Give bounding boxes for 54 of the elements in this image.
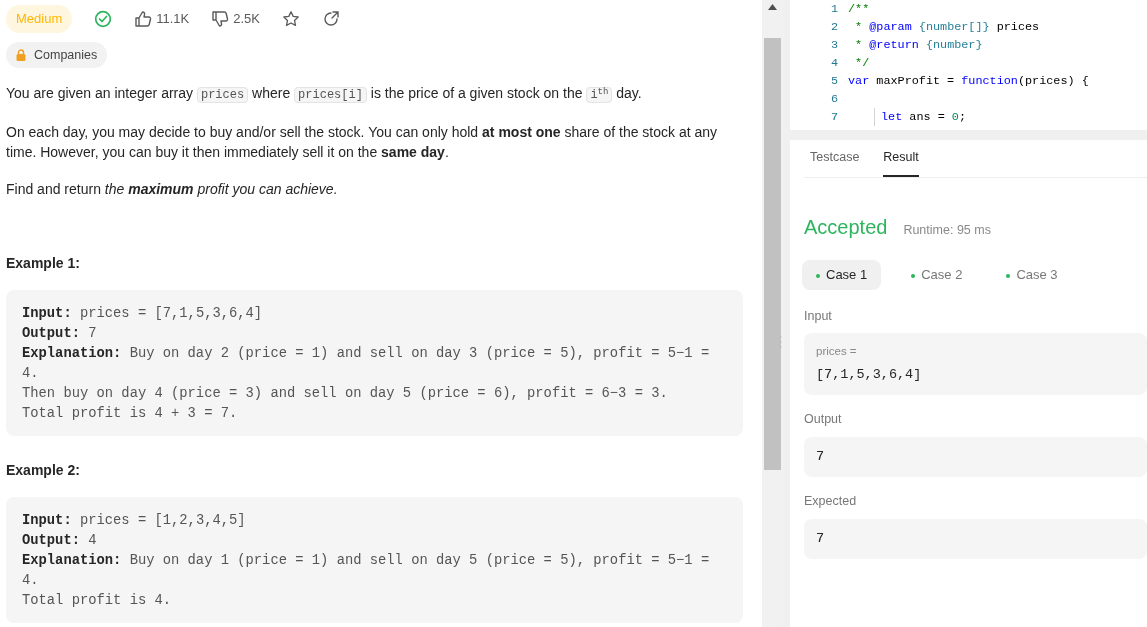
code-line: let ans = 0; (874, 108, 966, 126)
example-text: Explanation: Buy on day 1 (price = 1) and sell on day 5 (price = 5), profit = 5−1 = (22, 552, 711, 571)
paragraph: Find and return the maximum profit you can achieve. (6, 180, 339, 200)
example-text: Input: prices = [7,1,5,3,6,4] (22, 305, 264, 324)
code-line: var maxProfit = function(prices) { (848, 73, 1089, 90)
example-text: Output: 4 (22, 532, 98, 551)
line-number: 4 (829, 55, 838, 72)
example-text: 4. (22, 572, 40, 591)
example-text: Output: 7 (22, 325, 98, 344)
parameter-name: prices = (816, 344, 858, 360)
value-text: 7 (816, 447, 826, 466)
lock-icon (16, 48, 26, 61)
like-count: 11.1K (156, 10, 190, 28)
panel-tab[interactable]: Result (883, 140, 919, 177)
case-tab[interactable]: Case 3 (992, 260, 1072, 290)
paragraph: On each day, you may decide to buy and/or sell the stock. You can only hold at most one share of the stock at any time. However, you can buy it then immediately sell it on the same day. (6, 123, 719, 163)
case-tab[interactable]: Case 2 (897, 260, 977, 290)
example-text: Total profit is 4 + 3 = 7. (22, 405, 239, 424)
difficulty-badge: Medium (6, 5, 73, 33)
example-text: Then buy on day 4 (price = 3) and sell on day 5 (price = 6), profit = 6−3 = 3. (22, 385, 669, 404)
example-text: Total profit is 4. (22, 592, 173, 611)
line-number: 6 (829, 91, 838, 108)
code-line: */ (854, 55, 870, 72)
result-status: Accepted (804, 215, 888, 240)
thumbs-up-icon[interactable] (134, 9, 153, 28)
code-line: * @return {number} (854, 37, 983, 54)
companies-button[interactable]: Companies (6, 41, 108, 69)
section-label: Input (804, 307, 833, 325)
paragraph: You are given an integer array prices where prices[i] is the price of a given stock on the i$^{th}$ day. (6, 84, 643, 106)
value-text: 7 (816, 529, 826, 548)
code-line: /** (848, 1, 870, 18)
panel-tab[interactable]: Testcase (810, 140, 860, 177)
example-text: Explanation: Buy on day 2 (price = 1) and sell on day 3 (price = 5), profit = 5−1 = (22, 345, 711, 364)
code-line: * @param {number[]} prices (854, 19, 1040, 36)
dislike-count: 2.5K (233, 10, 260, 28)
scrollbar-thumb[interactable] (764, 38, 781, 470)
share-icon[interactable] (322, 9, 340, 28)
line-number: 2 (829, 19, 838, 36)
line-number: 3 (829, 37, 838, 54)
example-text: 4. (22, 365, 40, 384)
value-text: [7,1,5,3,6,4] (816, 365, 923, 384)
line-number: 5 (829, 73, 838, 90)
example-text: Input: prices = [1,2,3,4,5] (22, 512, 247, 531)
case-tab[interactable]: Case 1 (802, 260, 882, 290)
line-number: 1 (829, 1, 838, 18)
section-label: Output (804, 410, 843, 428)
section-label: Expected (804, 492, 858, 510)
thumbs-down-icon[interactable] (211, 9, 230, 28)
runtime-text: Runtime: 95 ms (903, 222, 991, 239)
line-number: 7 (829, 109, 838, 126)
scroll-up-arrow-icon[interactable] (768, 4, 777, 10)
example-heading: Example 1: (6, 254, 81, 274)
example-heading: Example 2: (6, 461, 81, 481)
star-icon[interactable] (282, 9, 300, 28)
